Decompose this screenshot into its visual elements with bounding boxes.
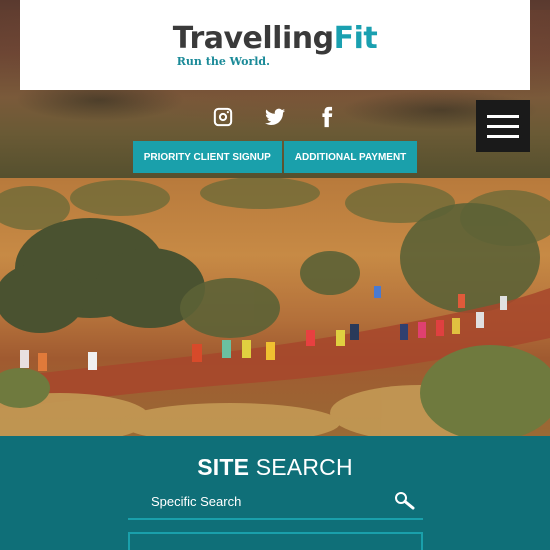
menu-bar — [487, 124, 519, 128]
twitter-icon[interactable] — [264, 106, 286, 128]
logo-wordmark: TravellingFit — [172, 20, 378, 56]
site-logo[interactable]: TravellingFit Run the World. — [172, 20, 378, 68]
header-buttons: PRIORITY CLIENT SIGNUP ADDITIONAL PAYMEN… — [0, 141, 550, 173]
hero-photo — [0, 178, 550, 436]
hero-header: TravellingFit Run the World. PRIORITY CL… — [0, 0, 550, 178]
menu-bar — [487, 134, 519, 138]
search-icon[interactable] — [387, 486, 423, 516]
priority-client-signup-button[interactable]: PRIORITY CLIENT SIGNUP — [132, 141, 282, 173]
facebook-icon[interactable] — [316, 106, 338, 128]
logo-panel: TravellingFit Run the World. — [20, 0, 530, 90]
secondary-field[interactable] — [128, 532, 423, 550]
site-search-title: SITE SEARCH — [0, 454, 550, 481]
search-bar — [128, 484, 423, 520]
logo-tagline: Run the World. — [176, 54, 270, 68]
search-title-light: SEARCH — [255, 454, 353, 480]
additional-payment-button[interactable]: ADDITIONAL PAYMENT — [283, 141, 418, 173]
search-input[interactable] — [128, 493, 387, 509]
instagram-icon[interactable] — [212, 106, 234, 128]
search-title-bold: SITE — [197, 454, 250, 480]
site-search-section: SITE SEARCH — [0, 436, 550, 550]
social-links — [0, 100, 550, 134]
logo-word-accent: Fit — [333, 20, 378, 56]
menu-bar — [487, 114, 519, 118]
logo-word-main: Travelling — [172, 20, 334, 56]
